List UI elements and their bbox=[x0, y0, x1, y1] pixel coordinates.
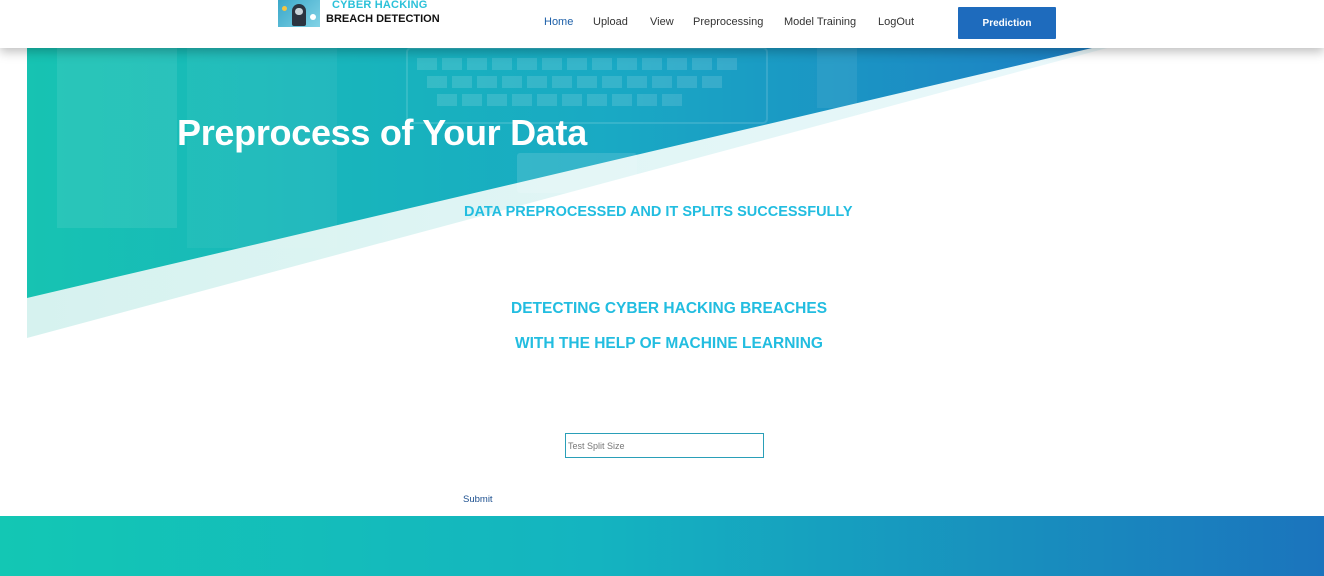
page-title: Preprocess of Your Data bbox=[177, 112, 587, 153]
tagline-line2: WITH THE HELP OF MACHINE LEARNING bbox=[515, 335, 823, 352]
prediction-button[interactable]: Prediction bbox=[958, 7, 1056, 39]
nav-view[interactable]: View bbox=[650, 16, 674, 28]
brand-line1: CYBER HACKING bbox=[332, 0, 428, 11]
nav-upload[interactable]: Upload bbox=[593, 16, 628, 28]
test-split-size-input[interactable] bbox=[565, 433, 764, 458]
nav-home[interactable]: Home bbox=[544, 16, 573, 28]
success-message: DATA PREPROCESSED AND IT SPLITS SUCCESSF… bbox=[464, 204, 853, 220]
submit-button[interactable]: Submit bbox=[463, 494, 493, 505]
brand-logo[interactable]: CYBER HACKING BREACH DETECTION bbox=[278, 0, 448, 30]
brand-line2: BREACH DETECTION bbox=[326, 13, 440, 25]
nav-preprocessing[interactable]: Preprocessing bbox=[693, 16, 763, 28]
tagline-line1: DETECTING CYBER HACKING BREACHES bbox=[511, 300, 828, 317]
nav-logout[interactable]: LogOut bbox=[878, 16, 914, 28]
footer-banner bbox=[0, 516, 1324, 576]
nav-model-training[interactable]: Model Training bbox=[784, 16, 856, 28]
hacker-logo-icon bbox=[278, 0, 320, 27]
top-navbar: CYBER HACKING BREACH DETECTION Home Uplo… bbox=[0, 0, 1324, 48]
